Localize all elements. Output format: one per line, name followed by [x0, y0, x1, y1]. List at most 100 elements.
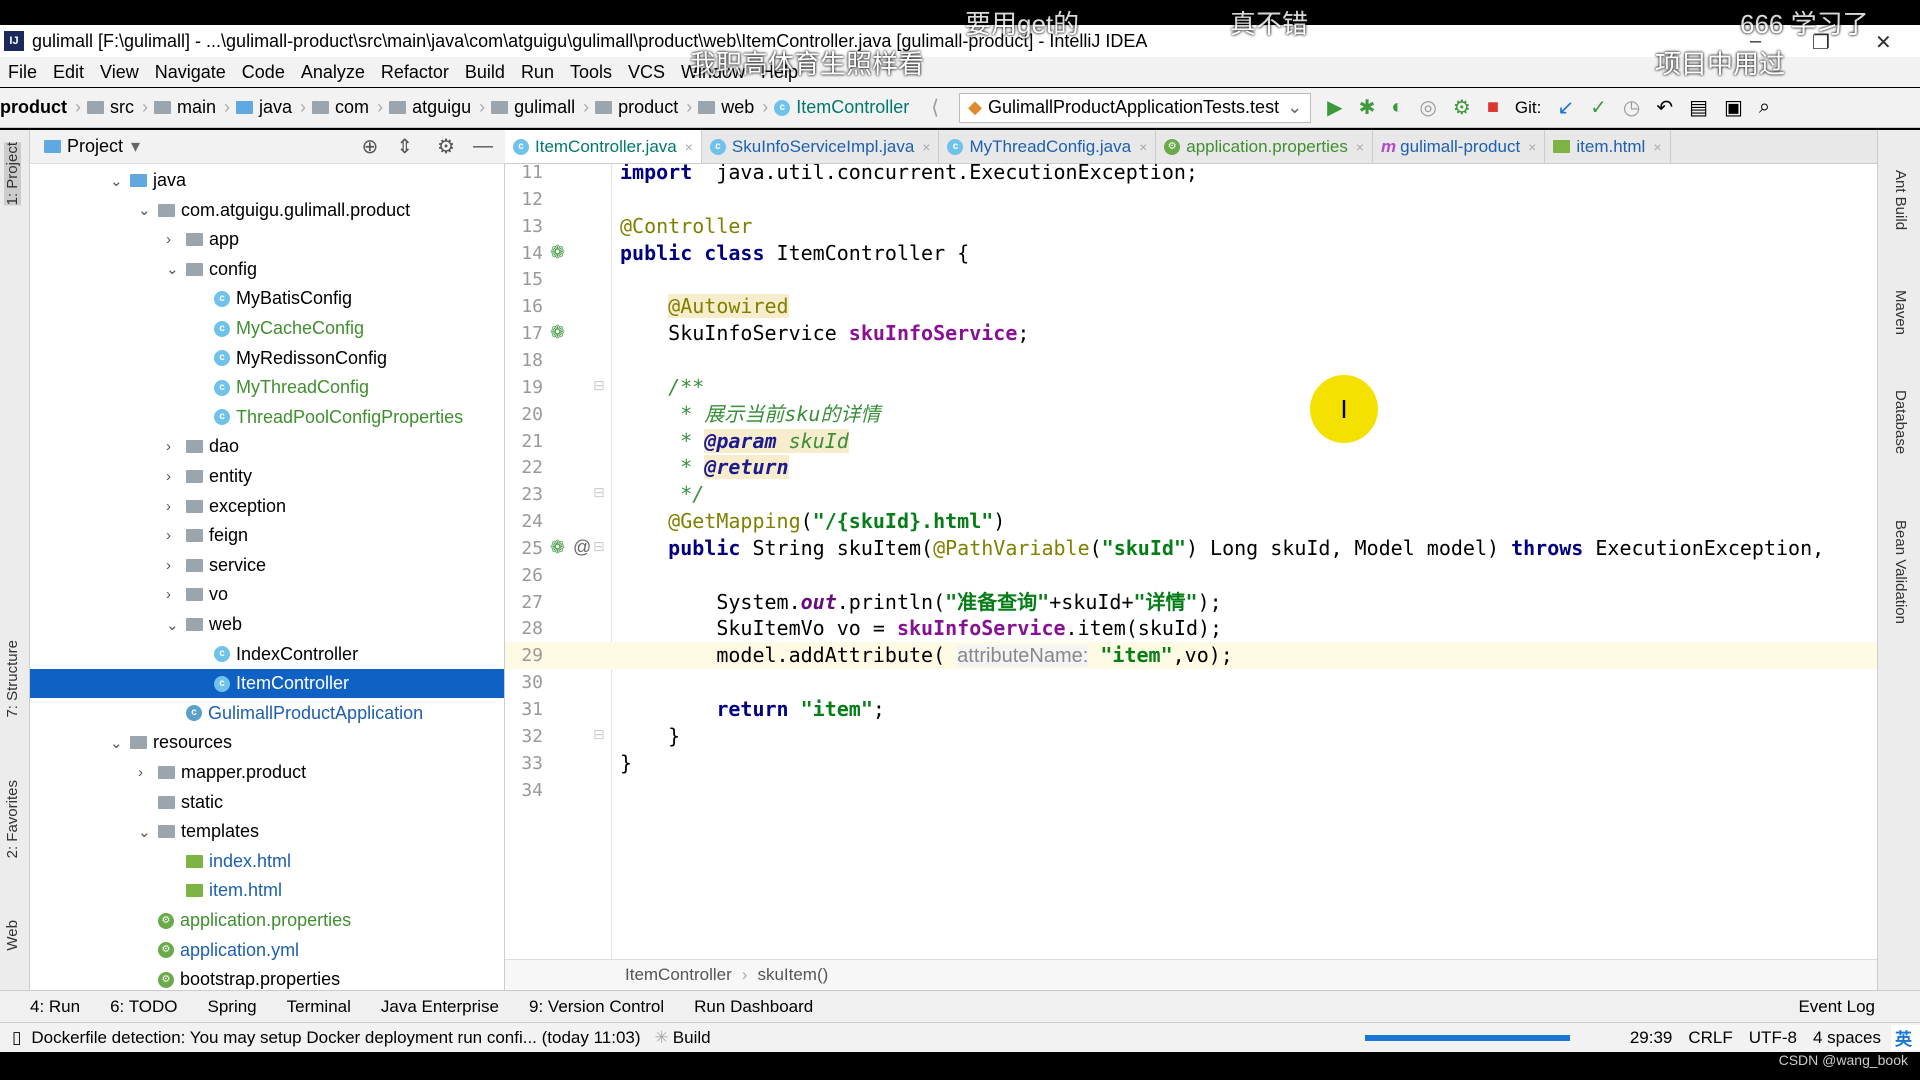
- fold-marker-icon[interactable]: ⊟: [593, 377, 605, 394]
- tab-mythreadconfig-java[interactable]: c MyThreadConfig.java ×: [939, 130, 1157, 163]
- tree-item[interactable]: c MyThreadConfig: [30, 373, 504, 402]
- tool-database[interactable]: Database: [1892, 390, 1909, 454]
- chevron-right-icon[interactable]: ›: [138, 764, 158, 781]
- file-encoding[interactable]: UTF-8: [1749, 1028, 1797, 1048]
- tool-structure[interactable]: 7: Structure: [4, 640, 21, 718]
- revert-icon[interactable]: ↶: [1656, 95, 1673, 120]
- tree-item[interactable]: c MyCacheConfig: [30, 314, 504, 343]
- run-icon[interactable]: ▶: [1327, 95, 1342, 120]
- tree-item[interactable]: › exception: [30, 492, 504, 521]
- nav-crumb[interactable]: java ›: [236, 97, 306, 118]
- tree-item[interactable]: c MyRedissonConfig: [30, 344, 504, 373]
- chevron-right-icon[interactable]: ›: [166, 586, 186, 603]
- ime-indicator[interactable]: 英: [1891, 1025, 1920, 1050]
- tree-item[interactable]: index.html: [30, 847, 504, 876]
- menu-view[interactable]: View: [100, 62, 139, 83]
- nav-crumb[interactable]: web ›: [698, 97, 768, 118]
- git-history-icon[interactable]: ◷: [1623, 95, 1640, 120]
- tree-item[interactable]: › vo: [30, 580, 504, 609]
- build-icon[interactable]: ⚙: [1453, 95, 1471, 120]
- tree-item[interactable]: › dao: [30, 432, 504, 461]
- menu-run[interactable]: Run: [521, 62, 554, 83]
- tool-project[interactable]: 1: Project: [4, 142, 21, 206]
- git-update-icon[interactable]: ↙: [1557, 95, 1574, 120]
- tree-item[interactable]: › feign: [30, 521, 504, 550]
- tool-java-enterprise[interactable]: Java Enterprise: [381, 997, 499, 1017]
- chevron-right-icon[interactable]: ›: [166, 527, 186, 544]
- close-button[interactable]: ✕: [1875, 30, 1892, 55]
- chevron-down-icon[interactable]: ⌄: [166, 616, 186, 634]
- chevron-right-icon[interactable]: ›: [166, 468, 186, 485]
- chevron-down-icon[interactable]: ⌄: [166, 260, 186, 278]
- close-tab-icon[interactable]: ×: [1139, 139, 1147, 155]
- tree-item[interactable]: › app: [30, 225, 504, 254]
- tree-item[interactable]: ⚙ application.properties: [30, 906, 504, 935]
- chevron-down-icon[interactable]: ⌄: [110, 734, 130, 752]
- chevron-right-icon[interactable]: ›: [166, 231, 186, 248]
- menu-tools[interactable]: Tools: [570, 62, 612, 83]
- tree-item[interactable]: item.html: [30, 876, 504, 905]
- menu-file[interactable]: File: [8, 62, 37, 83]
- tree-item[interactable]: ⚙ application.yml: [30, 936, 504, 965]
- indent-setting[interactable]: 4 spaces: [1813, 1028, 1881, 1048]
- coverage-icon[interactable]: ◐: [1391, 96, 1403, 119]
- menu-edit[interactable]: Edit: [53, 62, 84, 83]
- tree-item[interactable]: c GulimallProductApplication: [30, 699, 504, 728]
- tree-item[interactable]: ⌄ config: [30, 255, 504, 284]
- fold-marker-icon[interactable]: ⊟: [593, 726, 605, 743]
- panel-toggle-icon[interactable]: ▯: [12, 1028, 21, 1048]
- breadcrumb-method[interactable]: skuItem(): [757, 965, 828, 985]
- close-tab-icon[interactable]: ×: [685, 139, 693, 155]
- tab-gulimall-product[interactable]: m gulimall-product ×: [1373, 130, 1546, 163]
- close-tab-icon[interactable]: ×: [1356, 139, 1364, 155]
- nav-crumb[interactable]: com ›: [312, 97, 383, 118]
- tree-item[interactable]: › entity: [30, 462, 504, 491]
- debug-icon[interactable]: ✱: [1359, 95, 1376, 120]
- gear-icon[interactable]: ⚙: [437, 134, 455, 159]
- tree-item[interactable]: ⌄ templates: [30, 817, 504, 846]
- request-mapping-gutter-icon[interactable]: @: [573, 537, 591, 558]
- event-log-button[interactable]: Event Log: [1798, 997, 1875, 1017]
- nav-crumb[interactable]: main ›: [154, 97, 230, 118]
- spring-bean-gutter-icon[interactable]: ❁: [550, 242, 565, 263]
- nav-crumb[interactable]: gulimall ›: [491, 97, 589, 118]
- stop-icon[interactable]: ■: [1487, 96, 1499, 119]
- tree-item[interactable]: static: [30, 788, 504, 817]
- fold-marker-icon[interactable]: ⊟: [593, 484, 605, 501]
- build-status[interactable]: Build: [673, 1028, 711, 1048]
- tool-bean-validation[interactable]: Bean Validation: [1892, 520, 1909, 624]
- tree-item[interactable]: c ThreadPoolConfigProperties: [30, 403, 504, 432]
- nav-crumb[interactable]: product ›: [0, 97, 81, 118]
- project-view-select[interactable]: Project: [67, 136, 123, 157]
- status-message[interactable]: Dockerfile detection: You may setup Dock…: [31, 1028, 640, 1048]
- tree-item[interactable]: ⌄ com.atguigu.gulimall.product: [30, 196, 504, 225]
- tool-ant-build[interactable]: Ant Build: [1892, 170, 1909, 230]
- project-structure-icon[interactable]: ▤: [1689, 95, 1708, 120]
- line-separator[interactable]: CRLF: [1688, 1028, 1732, 1048]
- chevron-down-icon[interactable]: ⌄: [138, 201, 158, 219]
- nav-crumb[interactable]: product ›: [595, 97, 692, 118]
- nav-crumb[interactable]: atguigu ›: [389, 97, 485, 118]
- tool-run-dashboard[interactable]: Run Dashboard: [694, 997, 813, 1017]
- tab-itemcontroller-java[interactable]: c ItemController.java ×: [505, 130, 702, 163]
- menu-navigate[interactable]: Navigate: [155, 62, 226, 83]
- collapse-all-icon[interactable]: ⇕: [396, 134, 413, 159]
- close-tab-icon[interactable]: ×: [1653, 139, 1661, 155]
- code-editor[interactable]: import java.util.concurrent.ExecutionExc…: [612, 164, 1877, 959]
- nav-crumb[interactable]: c ItemController: [774, 97, 909, 118]
- profile-icon[interactable]: ◎: [1419, 95, 1436, 120]
- chevron-right-icon[interactable]: ›: [166, 438, 186, 455]
- run-config-select[interactable]: ◆ GulimallProductApplicationTests.test ⌄: [959, 92, 1312, 123]
- spring-bean-gutter-icon[interactable]: ❁: [550, 537, 565, 558]
- close-tab-icon[interactable]: ×: [922, 139, 930, 155]
- tab-application-properties[interactable]: ⚙ application.properties ×: [1156, 130, 1374, 163]
- spring-bean-gutter-icon[interactable]: ❁: [550, 322, 565, 343]
- back-icon[interactable]: ⟨: [931, 95, 939, 120]
- chevron-right-icon[interactable]: ›: [166, 557, 186, 574]
- fold-marker-icon[interactable]: ⊟: [593, 538, 605, 555]
- breadcrumb-class[interactable]: ItemController: [625, 965, 732, 985]
- tool-terminal[interactable]: Terminal: [287, 997, 351, 1017]
- tree-item[interactable]: ⌄ resources: [30, 728, 504, 757]
- caret-position[interactable]: 29:39: [1630, 1028, 1673, 1048]
- tool-todo[interactable]: 6: TODO: [110, 997, 177, 1017]
